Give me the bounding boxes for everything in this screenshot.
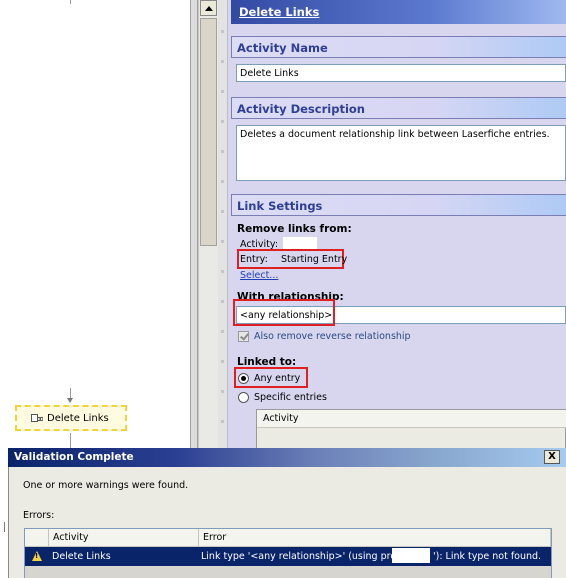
activity-node-label: Delete Links [47,412,109,424]
validation-message: One or more warnings were found. [23,480,189,491]
select-link[interactable]: Select... [240,270,278,281]
relationship-highlight-box [233,299,335,326]
error-row-message-suffix: '): Link type not found. [433,551,542,562]
any-entry-radio[interactable] [238,373,249,384]
error-row-activity: Delete Links [52,551,111,562]
vertical-scrollbar[interactable] [198,0,218,450]
also-remove-reverse-label[interactable]: Also remove reverse relationship [254,331,411,342]
any-entry-label[interactable]: Any entry [254,373,300,384]
arrow-up-icon [204,5,213,11]
errors-grid-empty-area [25,566,551,578]
delete-links-activity-node[interactable]: Delete Links [15,405,127,431]
close-button[interactable]: X [544,450,560,464]
error-row-message-prefix: Link type '<any relationship>' (using pr… [201,551,411,562]
errors-grid-corner [25,529,49,547]
properties-title[interactable]: Delete Links [239,5,319,19]
redacted-profile-name [392,548,430,563]
redacted-activity-value [283,237,317,249]
errors-grid-column-activity[interactable]: Activity [49,529,199,547]
entry-value: Starting Entry [281,254,348,265]
activity-description-header[interactable]: Activity Description [231,97,566,119]
pane-splitter[interactable] [190,0,198,450]
properties-title-bar: Delete Links [231,0,566,24]
activity-name-header[interactable]: Activity Name [231,36,566,58]
warning-icon [32,551,42,561]
specific-entries-column-activity[interactable]: Activity [257,410,566,428]
remove-links-from-label: Remove links from: [237,223,352,235]
flow-connector [70,433,71,448]
activity-name-input[interactable]: Delete Links [236,64,566,82]
errors-grid-column-error[interactable]: Error [199,529,551,547]
errors-label: Errors: [23,510,55,521]
validation-dialog-title: Validation Complete [14,451,134,463]
flow-arrow-icon [67,398,73,403]
entry-label: Entry: [240,254,268,265]
specific-entries-table[interactable]: Activity [256,409,566,450]
scroll-up-button[interactable] [200,0,217,16]
table-row[interactable]: Delete Links Link type '<any relationshi… [25,547,551,566]
activity-description-input[interactable]: Deletes a document relationship link bet… [236,125,566,181]
validation-dialog-title-bar[interactable]: Validation Complete [8,448,566,467]
scrollbar-thumb[interactable] [200,18,217,246]
designer-edge-mark [4,522,8,532]
specific-entries-radio[interactable] [238,392,249,403]
panel-gutter [218,0,228,450]
specific-entries-label[interactable]: Specific entries [254,392,327,403]
flow-connector [70,0,71,4]
also-remove-reverse-checkbox[interactable] [238,331,249,342]
delete-links-icon [31,413,44,423]
link-settings-header[interactable]: Link Settings [231,194,566,216]
